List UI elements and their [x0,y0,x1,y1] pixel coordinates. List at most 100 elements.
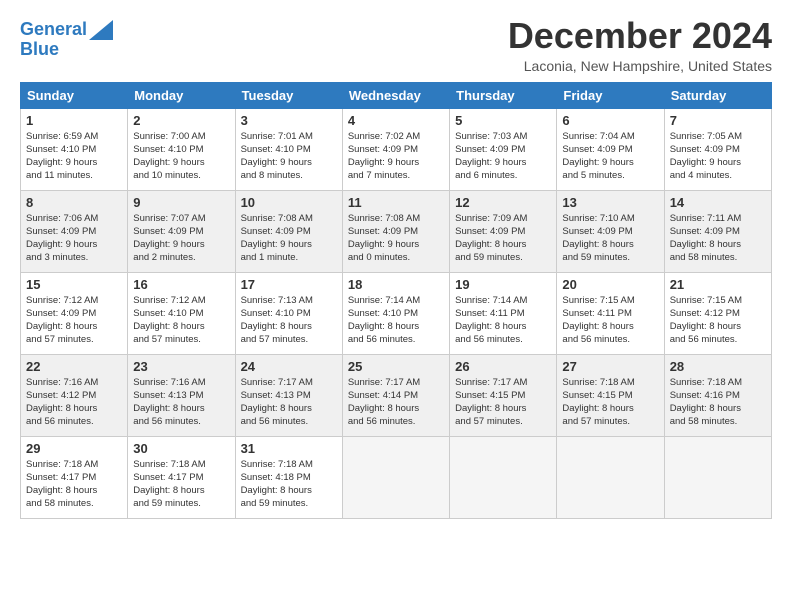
calendar-cell: 10 Sunrise: 7:08 AM Sunset: 4:09 PM Dayli… [235,190,342,272]
day-info: Sunrise: 7:07 AM Sunset: 4:09 PM Dayligh… [133,212,229,265]
day-info: Sunrise: 7:17 AM Sunset: 4:14 PM Dayligh… [348,376,444,429]
day-info: Sunrise: 7:09 AM Sunset: 4:09 PM Dayligh… [455,212,551,265]
day-number: 15 [26,277,122,292]
calendar-cell: 21 Sunrise: 7:15 AM Sunset: 4:12 PM Dayli… [664,272,771,354]
day-info: Sunrise: 7:14 AM Sunset: 4:11 PM Dayligh… [455,294,551,347]
calendar-cell [342,436,449,518]
weekday-header-thursday: Thursday [450,82,557,108]
calendar-cell: 3Sunrise: 7:01 AM Sunset: 4:10 PM Daylig… [235,108,342,190]
calendar-cell: 22Sunrise: 7:16 AM Sunset: 4:12 PM Dayli… [21,354,128,436]
day-info: Sunrise: 7:03 AM Sunset: 4:09 PM Dayligh… [455,130,551,183]
day-number: 10 [241,195,337,210]
day-number: 12 [455,195,551,210]
calendar-cell [664,436,771,518]
calendar-cell: 9 Sunrise: 7:07 AM Sunset: 4:09 PM Daylig… [128,190,235,272]
day-info: Sunrise: 7:16 AM Sunset: 4:13 PM Dayligh… [133,376,229,429]
weekday-header-monday: Monday [128,82,235,108]
calendar-week-row: 15 Sunrise: 7:12 AM Sunset: 4:09 PM Dayli… [21,272,772,354]
day-number: 18 [348,277,444,292]
calendar-week-row: 1 Sunrise: 6:59 AM Sunset: 4:10 PM Daylig… [21,108,772,190]
day-number: 9 [133,195,229,210]
day-number: 3 [241,113,337,128]
day-info: Sunrise: 7:08 AM Sunset: 4:09 PM Dayligh… [241,212,337,265]
logo-blue-text: Blue [20,40,113,60]
day-info: Sunrise: 7:15 AM Sunset: 4:11 PM Dayligh… [562,294,658,347]
day-info: Sunrise: 7:04 AM Sunset: 4:09 PM Dayligh… [562,130,658,183]
calendar-cell: 23Sunrise: 7:16 AM Sunset: 4:13 PM Dayli… [128,354,235,436]
day-info: Sunrise: 7:10 AM Sunset: 4:09 PM Dayligh… [562,212,658,265]
calendar-cell: 28Sunrise: 7:18 AM Sunset: 4:16 PM Dayli… [664,354,771,436]
calendar-cell: 25 Sunrise: 7:17 AM Sunset: 4:14 PM Dayli… [342,354,449,436]
header: General Blue December 2024 Laconia, New … [20,16,772,74]
weekday-header-tuesday: Tuesday [235,82,342,108]
calendar-cell: 24Sunrise: 7:17 AM Sunset: 4:13 PM Dayli… [235,354,342,436]
calendar-cell: 11Sunrise: 7:08 AM Sunset: 4:09 PM Dayli… [342,190,449,272]
calendar-week-row: 29Sunrise: 7:18 AM Sunset: 4:17 PM Dayli… [21,436,772,518]
day-number: 24 [241,359,337,374]
day-info: Sunrise: 7:12 AM Sunset: 4:10 PM Dayligh… [133,294,229,347]
day-number: 11 [348,195,444,210]
title-block: December 2024 Laconia, New Hampshire, Un… [508,16,772,74]
day-info: Sunrise: 7:12 AM Sunset: 4:09 PM Dayligh… [26,294,122,347]
day-info: Sunrise: 7:18 AM Sunset: 4:16 PM Dayligh… [670,376,766,429]
day-info: Sunrise: 7:17 AM Sunset: 4:15 PM Dayligh… [455,376,551,429]
calendar-cell: 8 Sunrise: 7:06 AM Sunset: 4:09 PM Daylig… [21,190,128,272]
month-title: December 2024 [508,16,772,56]
day-number: 20 [562,277,658,292]
day-info: Sunrise: 7:18 AM Sunset: 4:17 PM Dayligh… [133,458,229,511]
calendar-cell: 26 Sunrise: 7:17 AM Sunset: 4:15 PM Dayli… [450,354,557,436]
weekday-header-sunday: Sunday [21,82,128,108]
day-info: Sunrise: 7:13 AM Sunset: 4:10 PM Dayligh… [241,294,337,347]
day-number: 19 [455,277,551,292]
day-info: Sunrise: 7:06 AM Sunset: 4:09 PM Dayligh… [26,212,122,265]
day-info: Sunrise: 7:18 AM Sunset: 4:15 PM Dayligh… [562,376,658,429]
calendar-cell [557,436,664,518]
day-info: Sunrise: 7:11 AM Sunset: 4:09 PM Dayligh… [670,212,766,265]
calendar-cell [450,436,557,518]
weekday-header-wednesday: Wednesday [342,82,449,108]
day-number: 13 [562,195,658,210]
calendar-cell: 13 Sunrise: 7:10 AM Sunset: 4:09 PM Dayli… [557,190,664,272]
day-info: Sunrise: 7:05 AM Sunset: 4:09 PM Dayligh… [670,130,766,183]
calendar-cell: 18 Sunrise: 7:14 AM Sunset: 4:10 PM Dayli… [342,272,449,354]
calendar-cell: 17Sunrise: 7:13 AM Sunset: 4:10 PM Dayli… [235,272,342,354]
calendar-cell: 29Sunrise: 7:18 AM Sunset: 4:17 PM Dayli… [21,436,128,518]
day-info: Sunrise: 6:59 AM Sunset: 4:10 PM Dayligh… [26,130,122,183]
day-number: 25 [348,359,444,374]
calendar-cell: 7 Sunrise: 7:05 AM Sunset: 4:09 PM Daylig… [664,108,771,190]
day-info: Sunrise: 7:00 AM Sunset: 4:10 PM Dayligh… [133,130,229,183]
day-info: Sunrise: 7:14 AM Sunset: 4:10 PM Dayligh… [348,294,444,347]
location: Laconia, New Hampshire, United States [508,58,772,74]
day-number: 8 [26,195,122,210]
calendar-cell: 31Sunrise: 7:18 AM Sunset: 4:18 PM Dayli… [235,436,342,518]
logo-icon [89,20,113,40]
calendar-cell: 16 Sunrise: 7:12 AM Sunset: 4:10 PM Dayli… [128,272,235,354]
day-number: 1 [26,113,122,128]
day-number: 16 [133,277,229,292]
weekday-header-friday: Friday [557,82,664,108]
day-info: Sunrise: 7:15 AM Sunset: 4:12 PM Dayligh… [670,294,766,347]
day-number: 26 [455,359,551,374]
calendar-cell: 4Sunrise: 7:02 AM Sunset: 4:09 PM Daylig… [342,108,449,190]
calendar-cell: 30 Sunrise: 7:18 AM Sunset: 4:17 PM Dayli… [128,436,235,518]
calendar-week-row: 8 Sunrise: 7:06 AM Sunset: 4:09 PM Daylig… [21,190,772,272]
day-number: 2 [133,113,229,128]
calendar-cell: 12 Sunrise: 7:09 AM Sunset: 4:09 PM Dayli… [450,190,557,272]
calendar-cell: 27 Sunrise: 7:18 AM Sunset: 4:15 PM Dayli… [557,354,664,436]
day-info: Sunrise: 7:18 AM Sunset: 4:17 PM Dayligh… [26,458,122,511]
day-info: Sunrise: 7:02 AM Sunset: 4:09 PM Dayligh… [348,130,444,183]
calendar-cell: 20 Sunrise: 7:15 AM Sunset: 4:11 PM Dayli… [557,272,664,354]
day-number: 7 [670,113,766,128]
day-number: 5 [455,113,551,128]
day-number: 27 [562,359,658,374]
calendar: SundayMondayTuesdayWednesdayThursdayFrid… [20,82,772,519]
logo: General Blue [20,20,113,60]
calendar-cell: 1 Sunrise: 6:59 AM Sunset: 4:10 PM Daylig… [21,108,128,190]
day-number: 31 [241,441,337,456]
calendar-week-row: 22Sunrise: 7:16 AM Sunset: 4:12 PM Dayli… [21,354,772,436]
calendar-cell: 2 Sunrise: 7:00 AM Sunset: 4:10 PM Daylig… [128,108,235,190]
day-number: 21 [670,277,766,292]
day-number: 30 [133,441,229,456]
calendar-cell: 6Sunrise: 7:04 AM Sunset: 4:09 PM Daylig… [557,108,664,190]
day-number: 22 [26,359,122,374]
